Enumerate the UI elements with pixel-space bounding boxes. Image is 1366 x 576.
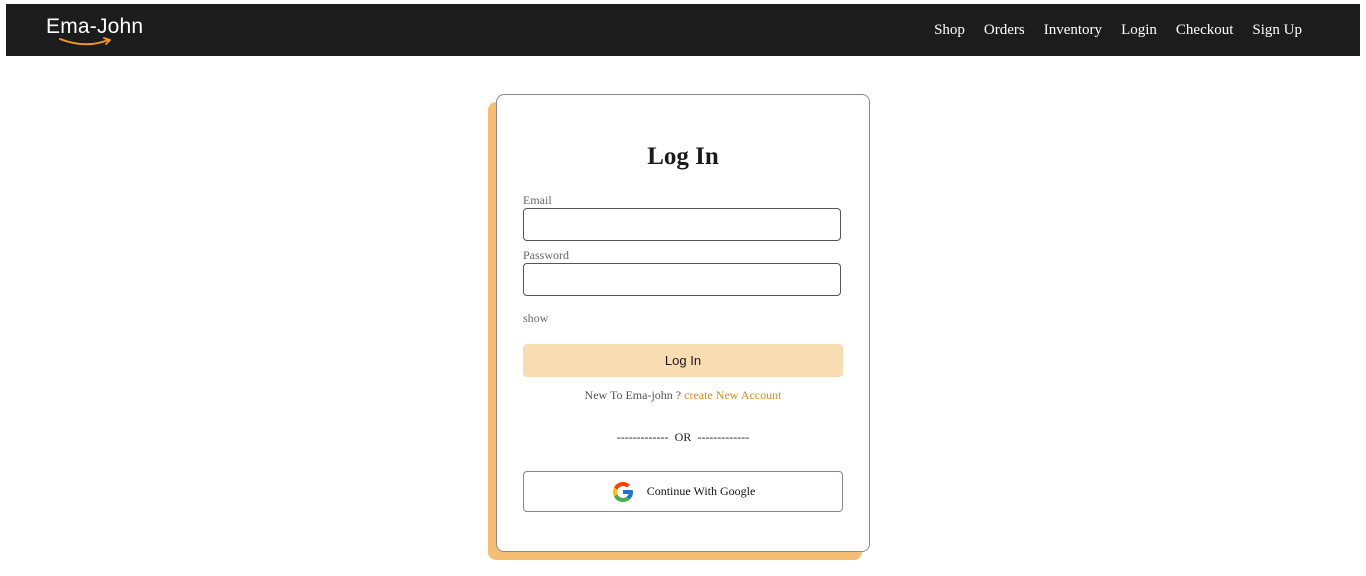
or-divider: ------------- OR ------------- bbox=[616, 430, 750, 444]
login-card: Log In Email Password show Log In New To… bbox=[496, 94, 870, 552]
main-nav: Shop Orders Inventory Login Checkout Sig… bbox=[934, 21, 1302, 39]
brand-logo[interactable]: Ema-John bbox=[46, 16, 143, 38]
nav-orders[interactable]: Orders bbox=[984, 21, 1025, 39]
nav-shop[interactable]: Shop bbox=[934, 21, 965, 39]
email-input[interactable] bbox=[523, 208, 841, 241]
login-button[interactable]: Log In bbox=[523, 344, 843, 377]
google-g-icon bbox=[612, 481, 633, 502]
google-signin-button[interactable]: Continue With Google bbox=[523, 471, 843, 512]
email-label: Email bbox=[523, 193, 552, 207]
password-label: Password bbox=[523, 248, 570, 262]
nav-inventory[interactable]: Inventory bbox=[1044, 21, 1102, 39]
amazon-smile-icon bbox=[59, 37, 111, 46]
brand-name: Ema-John bbox=[46, 15, 144, 38]
signup-prompt: New To Ema-john ? create New Account bbox=[497, 388, 869, 402]
login-title: Log In bbox=[647, 143, 719, 170]
new-user-text: New To Ema-john ? bbox=[584, 388, 682, 402]
show-password-toggle[interactable]: show bbox=[523, 311, 548, 325]
nav-checkout[interactable]: Checkout bbox=[1176, 21, 1234, 39]
password-input[interactable] bbox=[523, 263, 841, 296]
nav-sign-up[interactable]: Sign Up bbox=[1252, 21, 1302, 39]
nav-login[interactable]: Login bbox=[1121, 21, 1157, 39]
google-button-label: Continue With Google bbox=[646, 484, 756, 498]
top-navbar: Ema-John Shop Orders Inventory Login Che… bbox=[6, 4, 1360, 56]
create-account-link[interactable]: create New Account bbox=[684, 388, 781, 402]
